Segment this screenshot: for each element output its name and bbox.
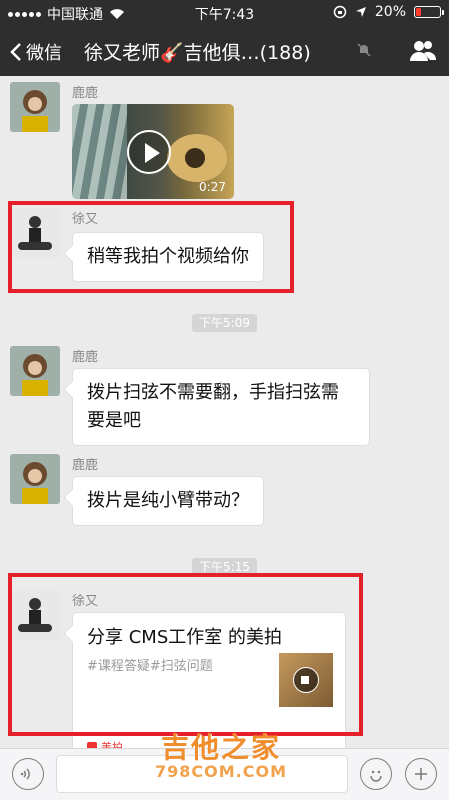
- video-duration: 0:27: [199, 180, 226, 194]
- emoji-button[interactable]: [360, 758, 392, 790]
- add-button[interactable]: [405, 758, 437, 790]
- highlight-box: [8, 573, 363, 736]
- message-item: 鹿鹿 拨片扫弦不需要翻，手指扫弦需要是吧: [10, 346, 440, 446]
- sender-name: 鹿鹿: [72, 458, 99, 473]
- highlight-box: [8, 201, 294, 293]
- chat-area[interactable]: 鹿鹿 0:27 徐又 稍等我拍个视频给你 下午5:09 鹿鹿 拨片扫弦不需要翻，…: [0, 76, 449, 748]
- message-bubble[interactable]: 拨片是纯小臂带动？: [72, 476, 264, 526]
- message-item: 鹿鹿 0:27: [10, 82, 440, 204]
- status-bar: 中国联通 下午7:43 20%: [0, 0, 449, 26]
- battery-level: [416, 8, 421, 16]
- plus-icon: [415, 768, 427, 780]
- message-bubble[interactable]: 拨片扫弦不需要翻，手指扫弦需要是吧: [72, 368, 370, 446]
- avatar[interactable]: [10, 454, 60, 504]
- emoji-icon: [370, 770, 382, 782]
- rotation-lock-icon: [333, 5, 347, 19]
- group-members-icon[interactable]: [409, 39, 437, 63]
- signal-icon: [8, 11, 41, 17]
- wifi-icon: [110, 9, 124, 19]
- chat-title: 徐又老师🎸吉他俱…(188): [84, 42, 311, 64]
- avatar[interactable]: [10, 346, 60, 396]
- mute-icon: [357, 43, 371, 57]
- avatar[interactable]: [10, 82, 60, 132]
- video-message[interactable]: 0:27: [72, 104, 234, 199]
- chevron-left-icon: [10, 43, 21, 61]
- carrier-label: 中国联通: [47, 7, 103, 23]
- voice-button[interactable]: [12, 758, 44, 790]
- voice-icon: [20, 768, 30, 780]
- battery-percent: 20%: [374, 4, 406, 20]
- sender-name: 鹿鹿: [72, 86, 99, 101]
- location-icon: [355, 7, 366, 17]
- input-bar: [0, 748, 449, 800]
- back-label: 微信: [26, 43, 62, 64]
- share-source: 美拍: [87, 739, 123, 748]
- message-item: 鹿鹿 拨片是纯小臂带动？: [10, 454, 440, 526]
- sender-name: 鹿鹿: [72, 350, 99, 365]
- nav-bar: 微信 徐又老师🎸吉他俱…(188): [0, 26, 449, 76]
- battery-icon: [414, 6, 444, 18]
- message-input[interactable]: [56, 755, 348, 793]
- message-timestamp: 下午5:09: [0, 312, 449, 332]
- play-icon: [127, 130, 171, 174]
- back-button[interactable]: 微信: [10, 39, 62, 65]
